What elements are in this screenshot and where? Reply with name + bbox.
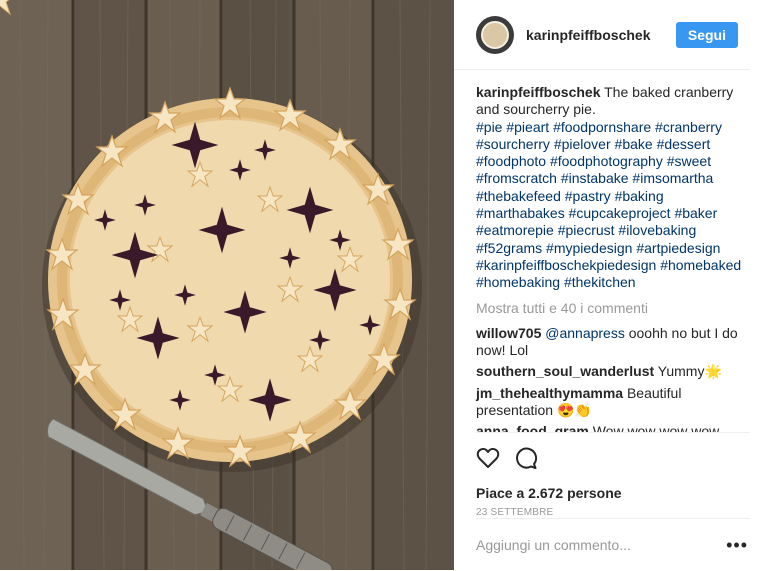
comments-list[interactable]: karinpfeiffboschek The baked cranberry a… bbox=[454, 70, 762, 432]
caption: karinpfeiffboschek The baked cranberry a… bbox=[476, 84, 746, 292]
comment-text: Yummy🌟 bbox=[657, 363, 722, 380]
add-comment-bar: Aggiungi un commento... ••• bbox=[476, 518, 750, 571]
hashtag-link[interactable]: #foodpornshare bbox=[553, 119, 651, 135]
hashtag-link[interactable]: #baking bbox=[615, 188, 664, 204]
hashtag-link[interactable]: #instabake bbox=[561, 170, 629, 186]
more-options-icon[interactable]: ••• bbox=[726, 535, 750, 556]
action-bar bbox=[476, 432, 750, 475]
hashtag-link[interactable]: #f52grams bbox=[476, 240, 542, 256]
comment-username-link[interactable]: southern_soul_wanderlust bbox=[476, 363, 654, 379]
hashtag-link[interactable]: #thekitchen bbox=[564, 274, 636, 290]
hashtag-link[interactable]: #karinpfeiffboschekpiedesign bbox=[476, 257, 656, 273]
heart-icon[interactable] bbox=[476, 446, 500, 475]
hashtag-link[interactable]: #baker bbox=[674, 205, 717, 221]
add-comment-input[interactable]: Aggiungi un commento... bbox=[476, 537, 726, 553]
hashtag-link[interactable]: #homebaked bbox=[660, 257, 741, 273]
hashtag-link[interactable]: #cranberry bbox=[655, 119, 722, 135]
comment-username-link[interactable]: willow705 bbox=[476, 325, 541, 341]
comment-username-link[interactable]: anna_food_gram bbox=[476, 423, 589, 432]
follow-button[interactable]: Segui bbox=[675, 21, 738, 48]
comment-item: southern_soul_wanderlust Yummy🌟 bbox=[476, 363, 746, 380]
post-header: karinpfeiffboschek Segui bbox=[454, 0, 750, 70]
hashtag-link[interactable]: #cupcakeproject bbox=[569, 205, 671, 221]
hashtag-link[interactable]: #sweet bbox=[667, 153, 711, 169]
hashtag-link[interactable]: #foodphotography bbox=[550, 153, 663, 169]
instagram-post: karinpfeiffboschek Segui karinpfeiffbosc… bbox=[0, 0, 762, 570]
comment-item: willow705 @annapress ooohh no but I do n… bbox=[476, 325, 746, 360]
header-username-link[interactable]: karinpfeiffboschek bbox=[526, 27, 676, 43]
hashtag-link[interactable]: #pieart bbox=[506, 119, 549, 135]
hashtag-link[interactable]: #thebakefeed bbox=[476, 188, 561, 204]
avatar-image bbox=[481, 20, 509, 49]
caption-username-link[interactable]: karinpfeiffboschek bbox=[476, 84, 600, 100]
caption-hashtags: #pie #pieart #foodpornshare #cranberry #… bbox=[476, 119, 741, 291]
hashtag-link[interactable]: #imsomartha bbox=[632, 170, 713, 186]
hashtag-link[interactable]: #foodphoto bbox=[476, 153, 546, 169]
hashtag-link[interactable]: #fromscratch bbox=[476, 170, 557, 186]
hashtag-link[interactable]: #bake bbox=[615, 136, 653, 152]
hashtag-link[interactable]: #sourcherry bbox=[476, 136, 550, 152]
hashtag-link[interactable]: #ilovebaking bbox=[618, 222, 696, 238]
comment-text: Wow wow wow wow bbox=[592, 423, 720, 432]
view-all-comments-link[interactable]: Mostra tutti e 40 i commenti bbox=[476, 300, 746, 317]
hashtag-link[interactable]: #pastry bbox=[565, 188, 611, 204]
hashtag-link[interactable]: #pielover bbox=[554, 136, 611, 152]
comment-item: anna_food_gram Wow wow wow wow bbox=[476, 423, 746, 432]
hashtag-link[interactable]: #piecrust bbox=[558, 222, 615, 238]
comment-mention-link[interactable]: @annapress bbox=[545, 325, 625, 341]
comment-bubble-icon[interactable] bbox=[514, 446, 538, 475]
hashtag-link[interactable]: #artpiedesign bbox=[636, 240, 720, 256]
hashtag-link[interactable]: #eatmorepie bbox=[476, 222, 554, 238]
avatar[interactable] bbox=[476, 15, 514, 54]
post-sidebar: karinpfeiffboschek Segui karinpfeiffbosc… bbox=[454, 0, 762, 570]
post-date[interactable]: 23 SETTEMBRE bbox=[454, 501, 762, 518]
pie-photo-illustration bbox=[0, 0, 454, 570]
comment-username-link[interactable]: jm_thehealthymamma bbox=[476, 385, 623, 401]
hashtag-link[interactable]: #pie bbox=[476, 119, 502, 135]
likes-count[interactable]: Piace a 2.672 persone bbox=[454, 475, 762, 501]
comment-item: jm_thehealthymamma Beautiful presentatio… bbox=[476, 385, 746, 420]
hashtag-link[interactable]: #marthabakes bbox=[476, 205, 565, 221]
post-photo[interactable] bbox=[0, 0, 454, 570]
hashtag-link[interactable]: #homebaking bbox=[476, 274, 560, 290]
hashtag-link[interactable]: #dessert bbox=[657, 136, 711, 152]
hashtag-link[interactable]: #mypiedesign bbox=[546, 240, 632, 256]
